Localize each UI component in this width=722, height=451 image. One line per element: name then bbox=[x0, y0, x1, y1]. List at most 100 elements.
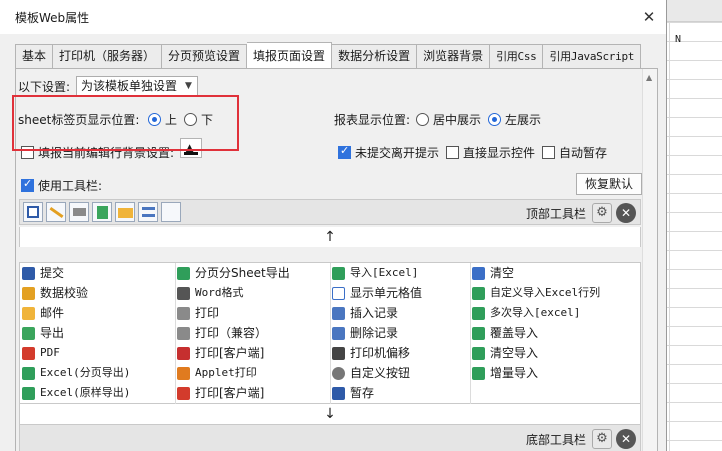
item-email[interactable]: 邮件 bbox=[20, 303, 64, 323]
pencil-icon bbox=[22, 287, 35, 300]
print-icon[interactable] bbox=[69, 202, 89, 222]
report-position-center-option[interactable]: 居中展示 bbox=[416, 111, 481, 128]
auto-save-label: 自动暂存 bbox=[559, 146, 608, 160]
row-glyph-1 bbox=[142, 207, 155, 210]
item-printer-offset[interactable]: 打印机偏移 bbox=[330, 343, 410, 363]
item-label: 多次导入[excel] bbox=[490, 306, 581, 319]
pdf-icon bbox=[22, 347, 35, 360]
move-up-arrow[interactable]: ↑ bbox=[19, 227, 641, 247]
unsubmitted-prompt-label: 未提交离开提示 bbox=[355, 146, 440, 160]
item-data-validation[interactable]: 数据校验 bbox=[20, 283, 88, 303]
item-excel-page-export[interactable]: Excel(分页导出) bbox=[20, 363, 130, 383]
item-label: 分页分Sheet导出 bbox=[195, 266, 290, 280]
bottom-toolbar-strip: 底部工具栏 ⚙ ✕ bbox=[19, 424, 641, 451]
pdf-icon bbox=[177, 387, 190, 400]
background-spreadsheet: N bbox=[666, 0, 722, 451]
item-label: 清空 bbox=[490, 266, 515, 280]
tab-pagination-preview[interactable]: 分页预览设置 bbox=[162, 44, 248, 68]
close-toolbar-icon[interactable]: ✕ bbox=[616, 429, 636, 449]
insert-row-icon[interactable] bbox=[138, 202, 158, 222]
item-clear[interactable]: 清空 bbox=[470, 263, 514, 283]
use-toolbar-checkbox[interactable] bbox=[21, 177, 34, 192]
blank-item-icon[interactable] bbox=[161, 202, 181, 222]
item-label: Applet打印 bbox=[195, 366, 257, 379]
excel-icon bbox=[472, 307, 485, 320]
auto-save-option[interactable]: 自动暂存 bbox=[542, 144, 607, 161]
scroll-up-icon[interactable]: ▲ bbox=[646, 73, 654, 85]
radio-center[interactable] bbox=[416, 113, 429, 126]
radio-left-label: 左展示 bbox=[505, 113, 542, 127]
item-label: 增量导入 bbox=[490, 366, 539, 380]
tab-printer-server[interactable]: 打印机（服务器） bbox=[53, 44, 163, 68]
item-label: 邮件 bbox=[40, 306, 65, 320]
dialog-title: 模板Web属性 bbox=[15, 11, 90, 25]
tab-browser-background[interactable]: 浏览器背景 bbox=[417, 44, 491, 68]
item-pdf[interactable]: PDF bbox=[20, 343, 60, 363]
item-delete-record[interactable]: 删除记录 bbox=[330, 323, 398, 343]
tab-data-analysis[interactable]: 数据分析设置 bbox=[332, 44, 418, 68]
printer-glyph bbox=[73, 208, 86, 216]
email-icon[interactable] bbox=[115, 202, 135, 222]
item-label: 覆盖导入 bbox=[490, 326, 539, 340]
item-submit[interactable]: 提交 bbox=[20, 263, 64, 283]
scope-label: 以下设置: bbox=[18, 80, 71, 94]
top-toolbar-strip: 顶部工具栏 ⚙ ✕ bbox=[19, 199, 641, 225]
excel-icon bbox=[22, 387, 35, 400]
item-import-excel[interactable]: 导入[Excel] bbox=[330, 263, 418, 283]
item-export[interactable]: 导出 bbox=[20, 323, 64, 343]
gear-icon[interactable]: ⚙ bbox=[592, 203, 612, 223]
tab-reference-css[interactable]: 引用Css bbox=[490, 44, 544, 68]
item-print[interactable]: 打印 bbox=[175, 303, 219, 323]
excel-icon bbox=[472, 367, 485, 380]
delete-row-icon bbox=[332, 327, 345, 340]
direct-show-widget-checkbox[interactable] bbox=[446, 146, 459, 159]
item-multi-import-excel[interactable]: 多次导入[excel] bbox=[470, 303, 580, 323]
excel-icon bbox=[472, 347, 485, 360]
top-toolbar-label: 顶部工具栏 bbox=[525, 207, 586, 221]
tab-reference-javascript[interactable]: 引用JavaScript bbox=[543, 44, 642, 68]
direct-show-widget-option[interactable]: 直接显示控件 bbox=[446, 144, 535, 161]
item-print-compatible[interactable]: 打印（兼容） bbox=[175, 323, 267, 343]
export-icon bbox=[22, 327, 35, 340]
export-icon[interactable] bbox=[92, 202, 112, 222]
item-custom-import-excel[interactable]: 自定义导入Excel行列 bbox=[470, 283, 600, 303]
report-position-left-option[interactable]: 左展示 bbox=[488, 111, 541, 128]
excel-icon bbox=[472, 327, 485, 340]
excel-icon bbox=[177, 267, 190, 280]
panel-scrollbar[interactable]: ▲ bbox=[642, 69, 657, 451]
restore-default-button[interactable]: 恢复默认 bbox=[576, 173, 642, 195]
flash-print-icon bbox=[177, 347, 190, 360]
use-toolbar-option[interactable]: 使用工具栏: bbox=[21, 177, 102, 194]
item-print-client-pdf[interactable]: 打印[客户端] bbox=[175, 383, 264, 403]
item-overwrite-import[interactable]: 覆盖导入 bbox=[470, 323, 538, 343]
gear-icon[interactable]: ⚙ bbox=[592, 429, 612, 449]
tab-basic[interactable]: 基本 bbox=[15, 44, 54, 68]
move-icon bbox=[332, 347, 345, 360]
tab-fill-page-settings[interactable]: 填报页面设置 bbox=[247, 42, 333, 68]
auto-save-checkbox[interactable] bbox=[542, 146, 555, 159]
item-print-client-flash[interactable]: 打印[客户端] bbox=[175, 343, 264, 363]
item-custom-button[interactable]: 自定义按钮 bbox=[330, 363, 410, 383]
radio-left[interactable] bbox=[488, 113, 501, 126]
unsubmitted-prompt-option[interactable]: 未提交离开提示 bbox=[338, 144, 439, 161]
item-word-format[interactable]: Word格式 bbox=[175, 283, 244, 303]
item-clear-import[interactable]: 清空导入 bbox=[470, 343, 538, 363]
item-page-sheet-export[interactable]: 分页分Sheet导出 bbox=[175, 263, 290, 283]
move-down-arrow[interactable]: ↓ bbox=[19, 404, 641, 424]
validate-icon[interactable] bbox=[46, 202, 66, 222]
save-icon[interactable] bbox=[23, 202, 43, 222]
item-show-cell-value[interactable]: 显示单元格值 bbox=[330, 283, 422, 303]
eraser-icon bbox=[472, 267, 485, 280]
item-insert-record[interactable]: 插入记录 bbox=[330, 303, 398, 323]
item-excel-original-export[interactable]: Excel(原样导出) bbox=[20, 383, 130, 403]
unsubmitted-prompt-checkbox[interactable] bbox=[338, 144, 351, 159]
excel-icon bbox=[472, 287, 485, 300]
scope-select[interactable]: 为该模板单独设置 ▼ bbox=[76, 76, 198, 96]
tab-bar: 基本 打印机（服务器） 分页预览设置 填报页面设置 数据分析设置 浏览器背景 引… bbox=[15, 42, 642, 68]
item-label: 清空导入 bbox=[490, 346, 539, 360]
item-applet-print[interactable]: Applet打印 bbox=[175, 363, 257, 383]
item-incremental-import[interactable]: 增量导入 bbox=[470, 363, 538, 383]
close-icon[interactable]: ✕ bbox=[638, 6, 660, 28]
item-temp-save[interactable]: 暂存 bbox=[330, 383, 374, 403]
close-toolbar-icon[interactable]: ✕ bbox=[616, 203, 636, 223]
